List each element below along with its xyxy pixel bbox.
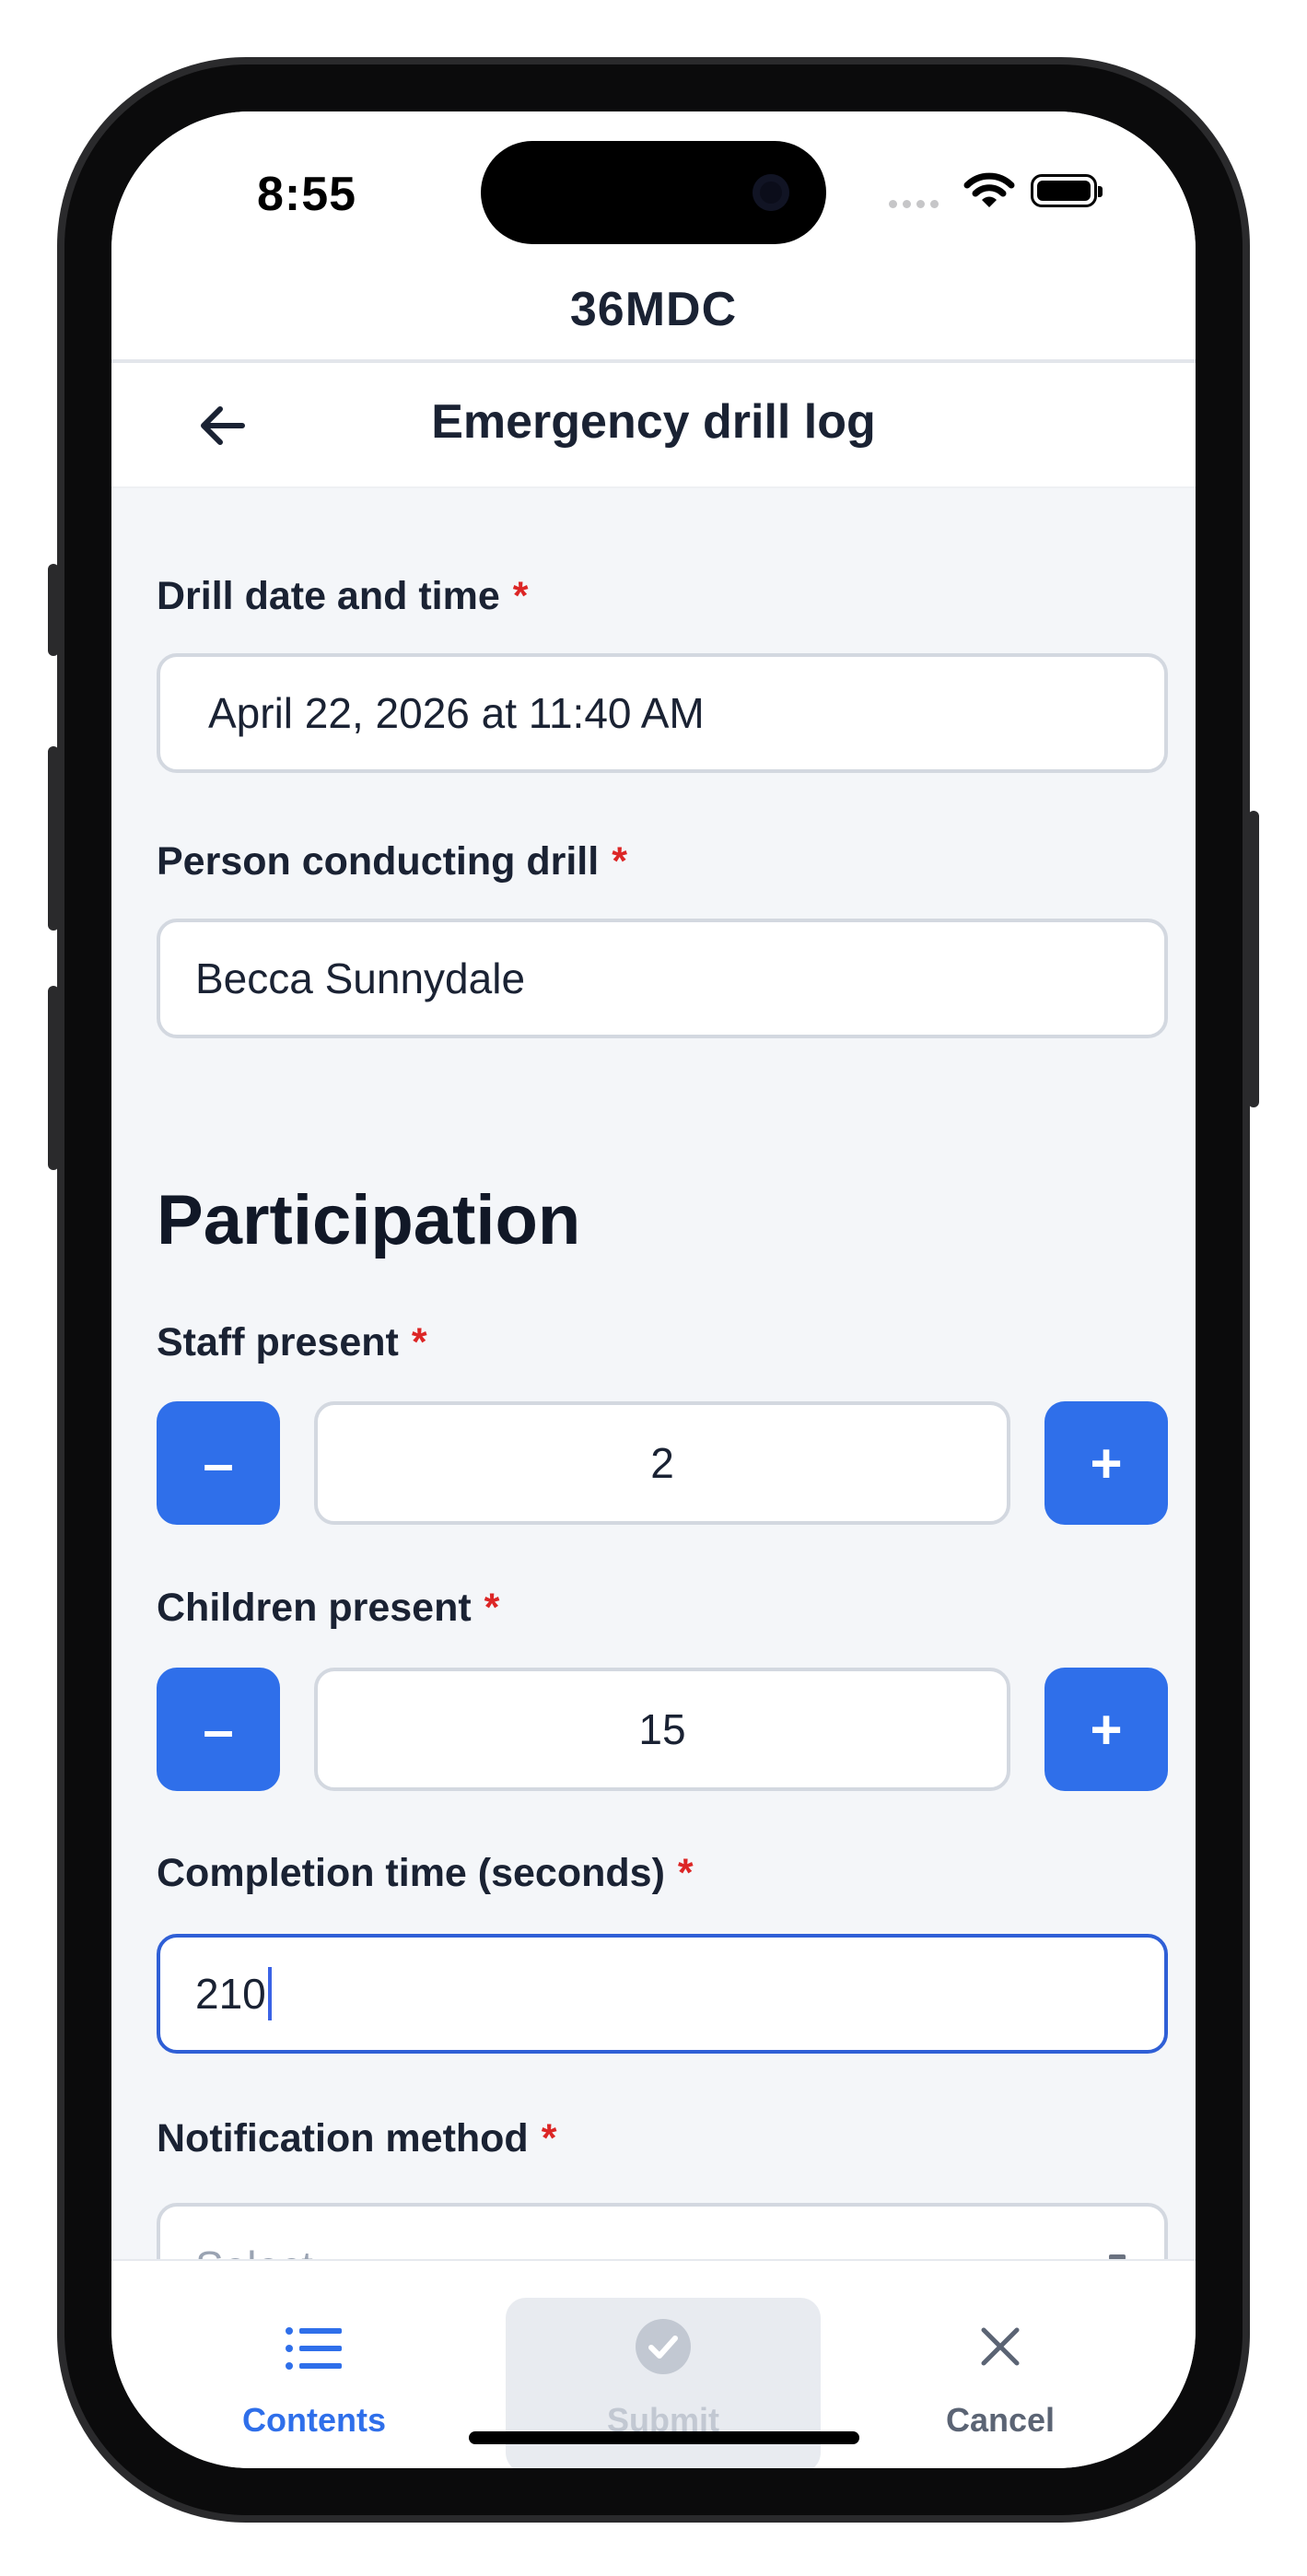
text-cursor	[267, 1967, 272, 2020]
plus-icon: +	[1090, 1698, 1123, 1761]
required-asterisk: *	[411, 1320, 427, 1364]
staff-present-label: Staff present *	[157, 1320, 427, 1365]
completion-time-label: Completion time (seconds) *	[157, 1851, 694, 1896]
required-asterisk: *	[541, 2116, 557, 2160]
action-button	[48, 564, 59, 656]
drill-datetime-field[interactable]: April 22, 2026 at 11:40 AM	[157, 653, 1168, 773]
staff-decrement-button[interactable]: –	[157, 1401, 280, 1525]
label-text: Person conducting drill	[157, 839, 600, 884]
label-text: Drill date and time	[157, 574, 500, 618]
children-increment-button[interactable]: +	[1044, 1668, 1168, 1791]
minus-icon: –	[203, 1698, 234, 1761]
drill-datetime-value: April 22, 2026 at 11:40 AM	[208, 689, 705, 737]
plus-icon: +	[1090, 1432, 1123, 1494]
minus-icon: –	[203, 1432, 234, 1494]
volume-up-button	[48, 746, 59, 931]
cancel-label: Cancel	[945, 2401, 1056, 2439]
staff-increment-button[interactable]: +	[1044, 1401, 1168, 1525]
power-button	[1248, 811, 1259, 1107]
notification-method-label: Notification method *	[157, 2116, 556, 2161]
required-asterisk: *	[677, 1851, 694, 1895]
label-text: Notification method	[157, 2116, 529, 2160]
battery-icon	[1031, 174, 1103, 207]
page-header: Emergency drill log	[111, 363, 1196, 488]
list-icon	[286, 2327, 342, 2370]
contents-label: Contents	[242, 2401, 386, 2439]
completion-time-value: 210	[195, 1970, 266, 2018]
conductor-value: Becca Sunnydale	[195, 954, 526, 1002]
children-present-input[interactable]: 15	[314, 1668, 1010, 1791]
label-text: Staff present	[157, 1320, 399, 1364]
status-time: 8:55	[257, 168, 357, 221]
completion-time-input[interactable]: 210	[157, 1934, 1168, 2054]
conductor-input[interactable]: Becca Sunnydale	[157, 919, 1168, 1038]
required-asterisk: *	[484, 1586, 500, 1630]
label-text: Children present	[157, 1586, 472, 1630]
staff-present-input[interactable]: 2	[314, 1401, 1010, 1525]
camera-icon	[753, 174, 789, 211]
wifi-icon	[963, 172, 1015, 207]
children-decrement-button[interactable]: –	[157, 1668, 280, 1791]
cancel-button[interactable]: Cancel	[844, 2261, 1157, 2468]
staff-present-value: 2	[650, 1439, 674, 1487]
close-icon	[981, 2327, 1020, 2366]
children-present-label: Children present *	[157, 1586, 499, 1631]
home-indicator	[469, 2431, 859, 2444]
app-title: 36MDC	[569, 283, 738, 336]
contents-button[interactable]: Contents	[158, 2261, 471, 2468]
children-present-value: 15	[638, 1705, 686, 1753]
required-asterisk: *	[612, 839, 627, 884]
status-bar: 8:55	[111, 111, 1196, 273]
conductor-label: Person conducting drill *	[157, 839, 627, 884]
drill-datetime-label: Drill date and time *	[157, 574, 528, 619]
dynamic-island	[481, 141, 826, 244]
check-circle-icon	[636, 2319, 691, 2374]
page-title: Emergency drill log	[431, 395, 876, 449]
required-asterisk: *	[512, 574, 529, 618]
cellular-signal-icon	[889, 200, 939, 208]
app-header: 36MDC	[111, 273, 1196, 363]
volume-down-button	[48, 986, 59, 1170]
section-title-participation: Participation	[157, 1181, 581, 1259]
label-text: Completion time (seconds)	[157, 1851, 665, 1895]
phone-screen: 8:55 36MDC Emergency drill log Drill dat…	[111, 111, 1196, 2468]
